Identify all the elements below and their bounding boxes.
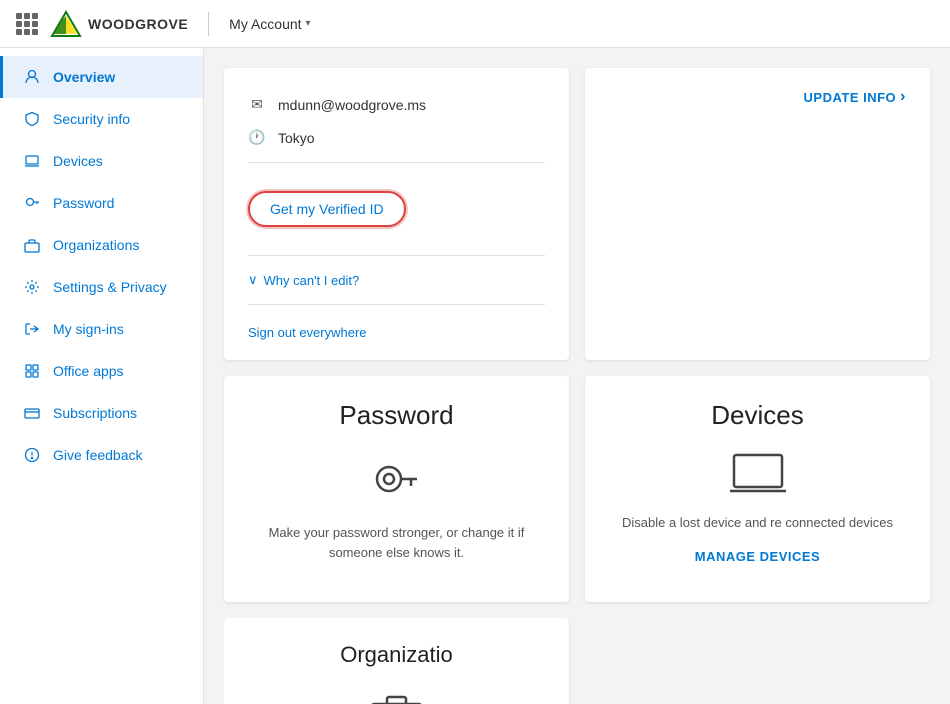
organizations-card: Organizatio See all the organizations th… [224,618,569,704]
layout: Overview Security info Devices [0,48,950,704]
sign-out-everywhere-link[interactable]: Sign out everywhere [248,313,545,340]
header: WOODGROVE My Account ▾ [0,0,950,48]
profile-card: ✉ mdunn@woodgrove.ms 🕐 Tokyo Get my Veri… [224,68,569,360]
location-row: 🕐 Tokyo [248,121,545,154]
account-menu[interactable]: My Account ▾ [229,16,310,32]
get-verified-id-button[interactable]: Get my Verified ID [248,191,406,227]
laptop-large-icon [728,451,788,501]
main-content: ✉ mdunn@woodgrove.ms 🕐 Tokyo Get my Veri… [204,48,950,704]
sidebar-feedback-label: Give feedback [53,447,143,463]
sidebar: Overview Security info Devices [0,48,204,704]
password-card: Password Make your password stronger, or… [224,376,569,602]
manage-devices-link[interactable]: MANAGE DEVICES [609,549,906,564]
sidebar-item-organizations[interactable]: Organizations [0,224,203,266]
sidebar-item-office-apps[interactable]: Office apps [0,350,203,392]
sidebar-item-devices[interactable]: Devices [0,140,203,182]
laptop-icon [23,152,41,170]
logo-icon [50,10,82,38]
header-divider [208,12,209,36]
feedback-icon [23,446,41,464]
divider-1 [248,162,545,163]
devices-title: Devices [609,400,906,431]
logo-area: WOODGROVE [50,10,188,38]
sidebar-item-subscriptions[interactable]: Subscriptions [0,392,203,434]
password-title: Password [248,400,545,431]
divider-3 [248,304,545,305]
why-edit-text: Why can't I edit? [264,273,360,288]
person-icon [23,68,41,86]
card-icon [23,404,41,422]
cards-grid: ✉ mdunn@woodgrove.ms 🕐 Tokyo Get my Veri… [224,68,930,602]
shield-icon [23,110,41,128]
key-large-icon [367,451,427,511]
sidebar-signins-label: My sign-ins [53,321,124,337]
organizations-title: Organizatio [248,642,545,668]
sidebar-item-my-sign-ins[interactable]: My sign-ins [0,308,203,350]
devices-description: Disable a lost device and re connected d… [609,513,906,533]
logo-text: WOODGROVE [88,16,188,32]
overview-card: UPDATE INFO › [585,68,930,360]
email-row: ✉ mdunn@woodgrove.ms [248,88,545,121]
divider-2 [248,255,545,256]
profile-location: Tokyo [278,130,315,146]
profile-email: mdunn@woodgrove.ms [278,97,426,113]
briefcase-icon [23,236,41,254]
password-description: Make your password stronger, or change i… [248,523,545,562]
settings-icon [23,278,41,296]
account-label: My Account [229,16,301,32]
clock-icon: 🕐 [248,129,266,146]
sidebar-security-label: Security info [53,111,130,127]
sidebar-item-password[interactable]: Password [0,182,203,224]
arrow-icon: › [900,88,906,106]
chevron-why-icon: ∨ [248,272,258,288]
office-icon [23,362,41,380]
devices-card: Devices Disable a lost device and re con… [585,376,930,602]
password-icon-area [248,451,545,511]
devices-icon-area [609,451,906,501]
briefcase-large-icon [369,688,424,704]
key-icon [23,194,41,212]
chevron-down-icon: ▾ [306,18,311,29]
update-info-text: UPDATE INFO [804,90,897,105]
sidebar-password-label: Password [53,195,114,211]
update-info-button[interactable]: UPDATE INFO › [804,88,906,106]
sidebar-overview-label: Overview [53,69,115,85]
orgs-icon-area [248,688,545,704]
sidebar-item-give-feedback[interactable]: Give feedback [0,434,203,476]
sidebar-item-security-info[interactable]: Security info [0,98,203,140]
app-grid-icon[interactable] [16,13,38,35]
email-icon: ✉ [248,96,266,113]
sidebar-office-label: Office apps [53,363,124,379]
signin-icon [23,320,41,338]
sidebar-subscriptions-label: Subscriptions [53,405,137,421]
sidebar-devices-label: Devices [53,153,103,169]
empty-bottom-right [585,618,930,704]
sidebar-settings-label: Settings & Privacy [53,279,167,295]
sidebar-item-overview[interactable]: Overview [0,56,203,98]
sidebar-organizations-label: Organizations [53,237,139,253]
sidebar-item-settings-privacy[interactable]: Settings & Privacy [0,266,203,308]
why-cant-edit-toggle[interactable]: ∨ Why can't I edit? [248,264,545,296]
